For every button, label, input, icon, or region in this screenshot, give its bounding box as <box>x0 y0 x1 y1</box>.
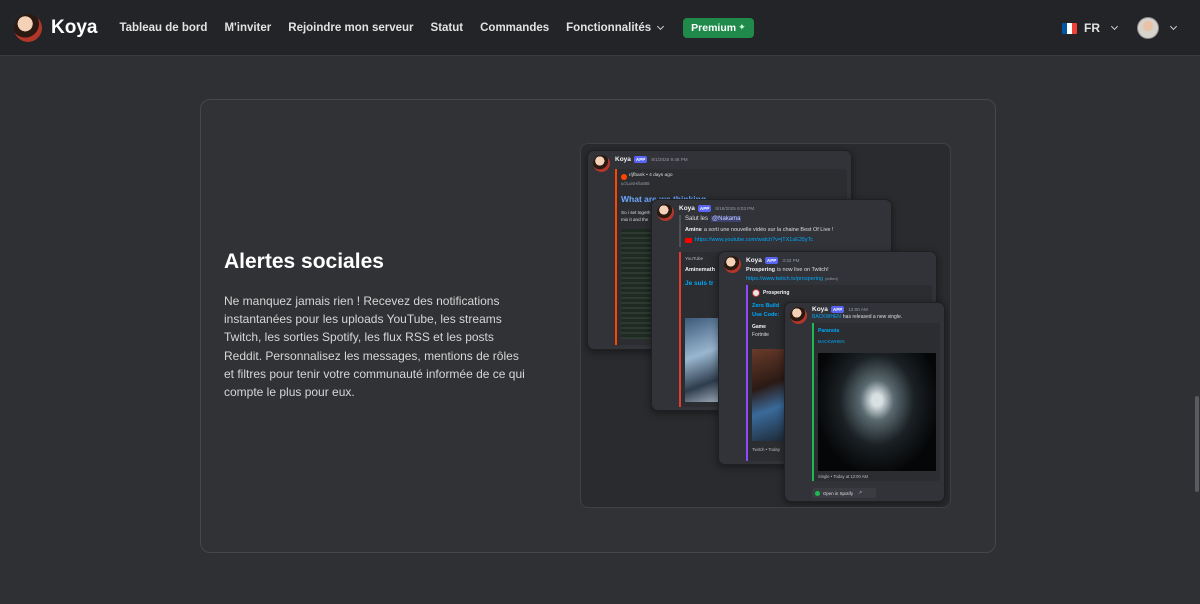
album-cover <box>818 353 936 471</box>
reddit-snippet-line: So i set togeth <box>621 210 651 215</box>
nav-link-features-dropdown[interactable]: Fonctionnalités <box>566 21 665 34</box>
spotify-footer: Single • Today at 12:00 AM <box>818 474 869 479</box>
user-avatar <box>1137 17 1159 39</box>
bot-name: Koya <box>615 156 631 163</box>
nav-link-join-server[interactable]: Rejoindre mon serveur <box>288 22 413 34</box>
open-in-spotify-label: Open in Spotify <box>823 490 854 496</box>
sparkle-icon: ✦ <box>738 22 746 32</box>
streamer-avatar <box>752 289 760 297</box>
release-text: has released a new single. <box>842 314 903 320</box>
live-line: Prospering is now live on Twitch! <box>746 267 829 273</box>
message-timestamp: 12:00 AM <box>848 307 868 312</box>
reddit-icon <box>621 174 627 180</box>
bot-avatar <box>724 256 741 273</box>
reddit-user: u/JLuisHilla888 <box>621 181 650 186</box>
top-navbar: Koya Tableau de bord M'inviter Rejoindre… <box>0 0 1200 56</box>
quote-bar <box>679 215 681 247</box>
embed-accent-bar <box>615 169 617 345</box>
link-line: https://www.twitch.tv/prospering (edited… <box>746 276 838 282</box>
chevron-down-icon <box>1110 22 1119 31</box>
premium-button[interactable]: Premium ✦ <box>683 17 754 38</box>
use-code-line: Use Code: <box>752 312 780 318</box>
announce-line: Amine a sorti une nouvelle vidéo sur la … <box>685 227 833 233</box>
brand-home-link[interactable]: Koya <box>14 13 98 42</box>
chevron-down-icon <box>1169 22 1178 31</box>
language-code: FR <box>1084 21 1100 35</box>
release-line: BACKWHEN has released a new single. <box>812 314 902 320</box>
streamer-name: Prospering <box>746 267 776 273</box>
nav-link-status[interactable]: Statut <box>431 22 464 34</box>
scrollbar-thumb[interactable] <box>1195 396 1199 492</box>
app-badge: APP <box>697 205 712 212</box>
language-selector[interactable]: FR <box>1062 21 1119 35</box>
bot-avatar <box>593 155 610 172</box>
app-badge: APP <box>830 306 845 313</box>
message-header: Koya APP 3:33 PM <box>746 257 799 264</box>
embed-artist[interactable]: BACKWHEN <box>818 339 845 344</box>
youtube-icon <box>685 237 692 243</box>
announce-name: Amine <box>685 227 702 233</box>
stream-link[interactable]: https://www.twitch.tv/prospering <box>746 276 823 282</box>
embed-channel: Aminemath <box>685 267 715 273</box>
app-badge: APP <box>633 156 648 163</box>
greeting-text: Salut les <box>685 216 709 222</box>
user-menu[interactable] <box>1137 17 1178 39</box>
chevron-down-icon <box>657 22 665 30</box>
announce-text: a sorti une nouvelle vidéo sur la chaine… <box>703 227 834 233</box>
artist-name: BACKWHEN <box>812 314 841 320</box>
embed-site: YouTube <box>685 256 704 261</box>
embed-accent-bar <box>812 323 814 481</box>
bot-name: Koya <box>746 257 762 264</box>
app-badge: APP <box>764 257 779 264</box>
koya-logo-icon <box>14 13 42 42</box>
greeting-line: Salut les @Nakama <box>685 216 742 222</box>
link-line: https://www.youtube.com/watch?v=jTX1sE35… <box>685 237 813 243</box>
page-scrollbar[interactable] <box>1194 56 1200 604</box>
game-label: Game <box>752 324 766 330</box>
france-flag-icon <box>1062 22 1077 34</box>
nav-link-dashboard[interactable]: Tableau de bord <box>119 22 207 34</box>
message-timestamp: 5/18/2025 6:03 PM <box>715 206 755 211</box>
bot-name: Koya <box>679 205 695 212</box>
reddit-author: r/jfbank • 4 days ago <box>629 173 673 178</box>
nav-links: Tableau de bord M'inviter Rejoindre mon … <box>119 17 754 38</box>
external-link-icon: ↗ <box>858 490 863 496</box>
bot-name: Koya <box>812 306 828 313</box>
spotify-icon <box>815 490 820 496</box>
live-text: is now live on Twitch! <box>777 267 829 273</box>
bot-avatar <box>657 204 674 221</box>
track-title[interactable]: Paranoia <box>818 328 839 334</box>
brand-name: Koya <box>51 16 98 38</box>
role-mention[interactable]: @Nakama <box>711 216 742 222</box>
message-timestamp: 3:33 PM <box>782 258 800 263</box>
open-in-spotify-button[interactable]: Open in Spotify ↗ <box>812 488 876 498</box>
video-link[interactable]: https://www.youtube.com/watch?v=jTX1sE35… <box>695 237 813 243</box>
stream-thumbnail <box>752 349 784 441</box>
feature-title: Alertes sociales <box>224 250 384 273</box>
spotify-alert-message: Koya APP 12:00 AM BACKWHEN has released … <box>784 302 945 502</box>
premium-label: Premium <box>691 21 737 34</box>
bot-avatar <box>790 307 807 324</box>
nav-link-features-label: Fonctionnalités <box>566 21 652 34</box>
message-header: Koya APP 5/18/2025 6:03 PM <box>679 205 754 212</box>
message-header: Koya APP 8/1/2025 9:46 PM <box>615 156 688 163</box>
discord-preview-collage: Koya APP 8/1/2025 9:46 PM r/jfbank • 4 d… <box>580 143 951 508</box>
nav-right: FR <box>1062 0 1178 56</box>
message-header: Koya APP 12:00 AM <box>812 306 868 313</box>
reddit-snippet-line: mix it and the <box>621 217 649 222</box>
spotify-embed: Paranoia BACKWHEN Single • Today at 12:0… <box>812 323 940 481</box>
embed-author: Prospering <box>763 290 790 296</box>
embed-accent-bar <box>746 285 748 461</box>
edited-note: (edited) <box>825 277 838 281</box>
embed-accent-bar <box>679 252 681 407</box>
embed-video-title[interactable]: Je suis tr <box>685 280 714 287</box>
nav-link-invite[interactable]: M'inviter <box>224 22 271 34</box>
stream-title[interactable]: Zero Build <box>752 303 779 309</box>
nav-link-commands[interactable]: Commandes <box>480 22 549 34</box>
game-name: Fortnite <box>752 332 769 338</box>
twitch-footer: Twitch • Today <box>752 447 781 452</box>
feature-description: Ne manquez jamais rien ! Recevez des not… <box>224 294 525 400</box>
message-timestamp: 8/1/2025 9:46 PM <box>651 157 688 162</box>
